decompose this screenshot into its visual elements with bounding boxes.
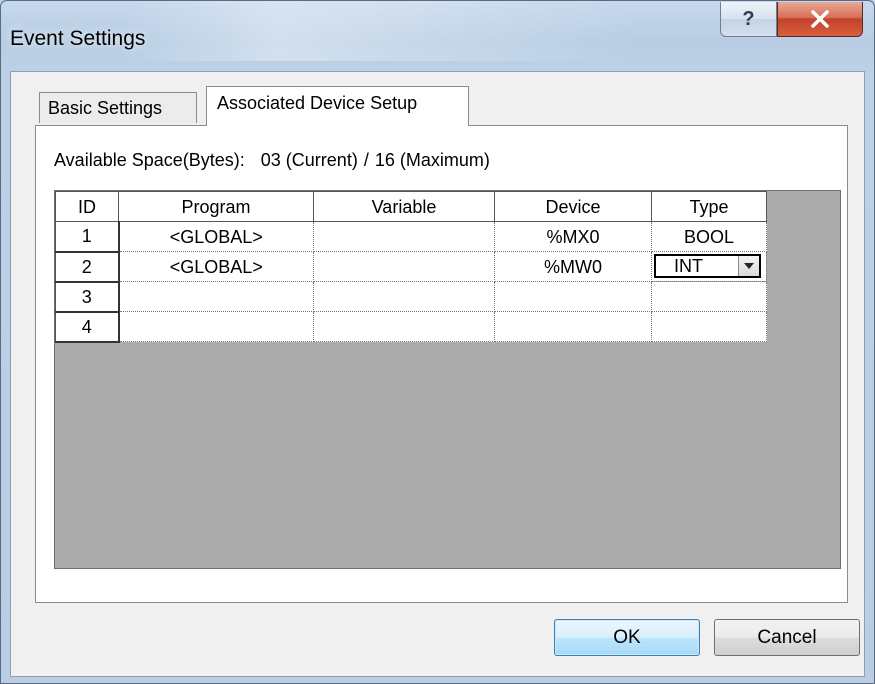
space-separator: / — [363, 150, 369, 170]
table-row[interactable]: 1 <GLOBAL> %MX0 BOOL — [55, 221, 767, 253]
device-cell[interactable] — [494, 311, 652, 342]
header-program: Program — [118, 191, 314, 222]
tab-associated-device-setup[interactable]: Associated Device Setup — [206, 86, 469, 126]
chevron-down-icon — [744, 263, 754, 269]
header-type: Type — [651, 191, 767, 222]
device-cell[interactable]: %MW0 — [494, 251, 652, 282]
row-id-cell[interactable]: 3 — [55, 281, 120, 313]
device-grid[interactable]: ID Program Variable Device Type 1 <GLOBA… — [54, 190, 841, 569]
cancel-button[interactable]: Cancel — [714, 619, 860, 656]
current-space-value: 03 (Current) — [260, 150, 358, 170]
variable-cell[interactable] — [313, 311, 495, 342]
device-cell[interactable]: %MX0 — [494, 221, 652, 252]
row-id-cell[interactable]: 1 — [55, 221, 120, 253]
tab-panel: Available Space(Bytes): 03 (Current) / 1… — [35, 125, 848, 603]
program-cell[interactable]: <GLOBAL> — [118, 251, 314, 282]
maximum-space-value: 16 (Maximum) — [374, 150, 490, 170]
type-cell[interactable]: INT — [651, 251, 767, 282]
variable-cell[interactable] — [313, 281, 495, 312]
dropdown-arrow-button[interactable] — [738, 256, 759, 276]
variable-cell[interactable] — [313, 251, 495, 282]
variable-cell[interactable] — [313, 221, 495, 252]
program-cell[interactable] — [118, 311, 314, 342]
table-row[interactable]: 2 <GLOBAL> %MW0 INT — [55, 251, 767, 283]
table-header-row: ID Program Variable Device Type — [55, 191, 767, 222]
window-title: Event Settings — [10, 27, 146, 50]
program-cell[interactable]: <GLOBAL> — [118, 221, 314, 252]
table-row[interactable]: 4 — [55, 311, 767, 343]
table-row[interactable]: 3 — [55, 281, 767, 313]
question-mark-icon: ? — [742, 7, 755, 30]
available-space-label: Available Space(Bytes): — [54, 150, 245, 170]
available-space-info: Available Space(Bytes): 03 (Current) / 1… — [54, 150, 490, 171]
program-cell[interactable] — [118, 281, 314, 312]
header-variable: Variable — [313, 191, 495, 222]
type-cell[interactable] — [651, 311, 767, 342]
ok-button[interactable]: OK — [554, 619, 700, 656]
title-bar-glare — [121, 1, 641, 61]
type-dropdown[interactable]: INT — [654, 254, 761, 278]
dialog-client-area: Basic Settings Associated Device Setup A… — [10, 71, 865, 677]
tab-basic-settings[interactable]: Basic Settings — [39, 92, 197, 123]
row-id-cell[interactable]: 4 — [55, 311, 120, 343]
type-cell[interactable]: BOOL — [651, 221, 767, 252]
device-table: ID Program Variable Device Type 1 <GLOBA… — [55, 191, 767, 343]
device-cell[interactable] — [494, 281, 652, 312]
close-x-icon — [811, 10, 829, 28]
row-id-cell[interactable]: 2 — [55, 251, 120, 283]
type-dropdown-value: INT — [674, 256, 703, 276]
header-id: ID — [55, 191, 119, 222]
header-device: Device — [494, 191, 652, 222]
close-button[interactable] — [777, 2, 863, 37]
help-button[interactable]: ? — [720, 2, 777, 37]
event-settings-dialog: Event Settings ? Basic Settings Associat… — [0, 0, 875, 684]
type-cell[interactable] — [651, 281, 767, 312]
